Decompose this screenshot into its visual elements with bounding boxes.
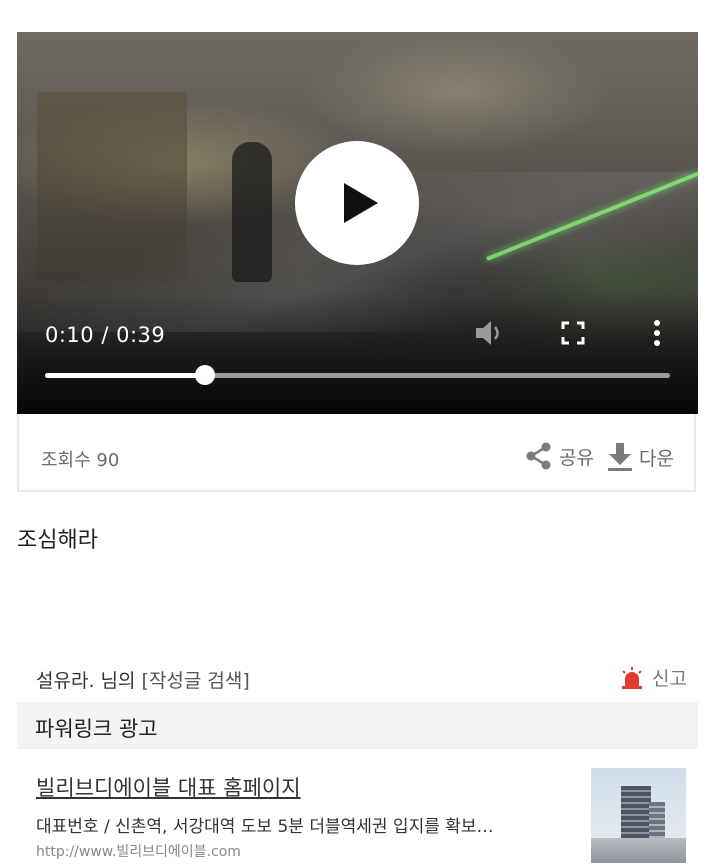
progress-fill xyxy=(45,373,206,378)
download-label: 다운 xyxy=(639,447,674,470)
report-label: 신고 xyxy=(652,668,687,690)
author-line: 설유라. 님의 [작성글 검색] xyxy=(36,666,250,693)
volume-icon xyxy=(476,321,499,345)
ad-section-title: 파워링크 광고 xyxy=(35,717,158,741)
video-player[interactable]: 0:10 / 0:39 xyxy=(17,32,698,414)
post-body-text: 조심해라 xyxy=(17,528,98,553)
ad-thumbnail-image[interactable] xyxy=(591,768,686,863)
ad-section-header: 파워링크 광고 xyxy=(17,702,698,749)
more-vertical-icon xyxy=(654,320,660,346)
siren-icon xyxy=(622,666,642,689)
video-info-bar: 조회수 90 공유 다운 xyxy=(17,414,696,492)
share-icon xyxy=(526,442,551,470)
ad-description: 대표번호 / 신촌역, 서강대역 도보 5분 더블역세권 입지를 확보… xyxy=(36,817,494,837)
author-name[interactable]: 설유라. 님의 xyxy=(36,670,135,692)
report-button[interactable]: 신고 xyxy=(620,664,687,691)
video-frame-detail xyxy=(232,142,272,282)
video-time-display: 0:10 / 0:39 xyxy=(45,323,166,347)
download-icon xyxy=(608,443,632,471)
share-label: 공유 xyxy=(559,446,594,469)
ad-title-link[interactable]: 빌리브디에이블 대표 홈페이지 xyxy=(36,772,301,802)
play-icon xyxy=(344,183,378,223)
building-illustration xyxy=(591,838,686,863)
author-posts-search-link[interactable]: [작성글 검색] xyxy=(142,670,250,692)
share-button[interactable]: 공유 xyxy=(525,442,594,470)
ad-url[interactable]: http://www.빌리브디에이블.com xyxy=(36,841,241,861)
video-progress-bar[interactable] xyxy=(45,365,670,385)
video-controls-shade xyxy=(17,294,698,414)
play-button[interactable] xyxy=(295,141,419,265)
fullscreen-icon xyxy=(561,321,585,345)
more-options-button[interactable] xyxy=(641,317,673,349)
volume-button[interactable] xyxy=(473,317,505,349)
fullscreen-button[interactable] xyxy=(557,317,589,349)
download-button[interactable]: 다운 xyxy=(607,442,674,472)
view-count: 조회수 90 xyxy=(41,450,120,471)
